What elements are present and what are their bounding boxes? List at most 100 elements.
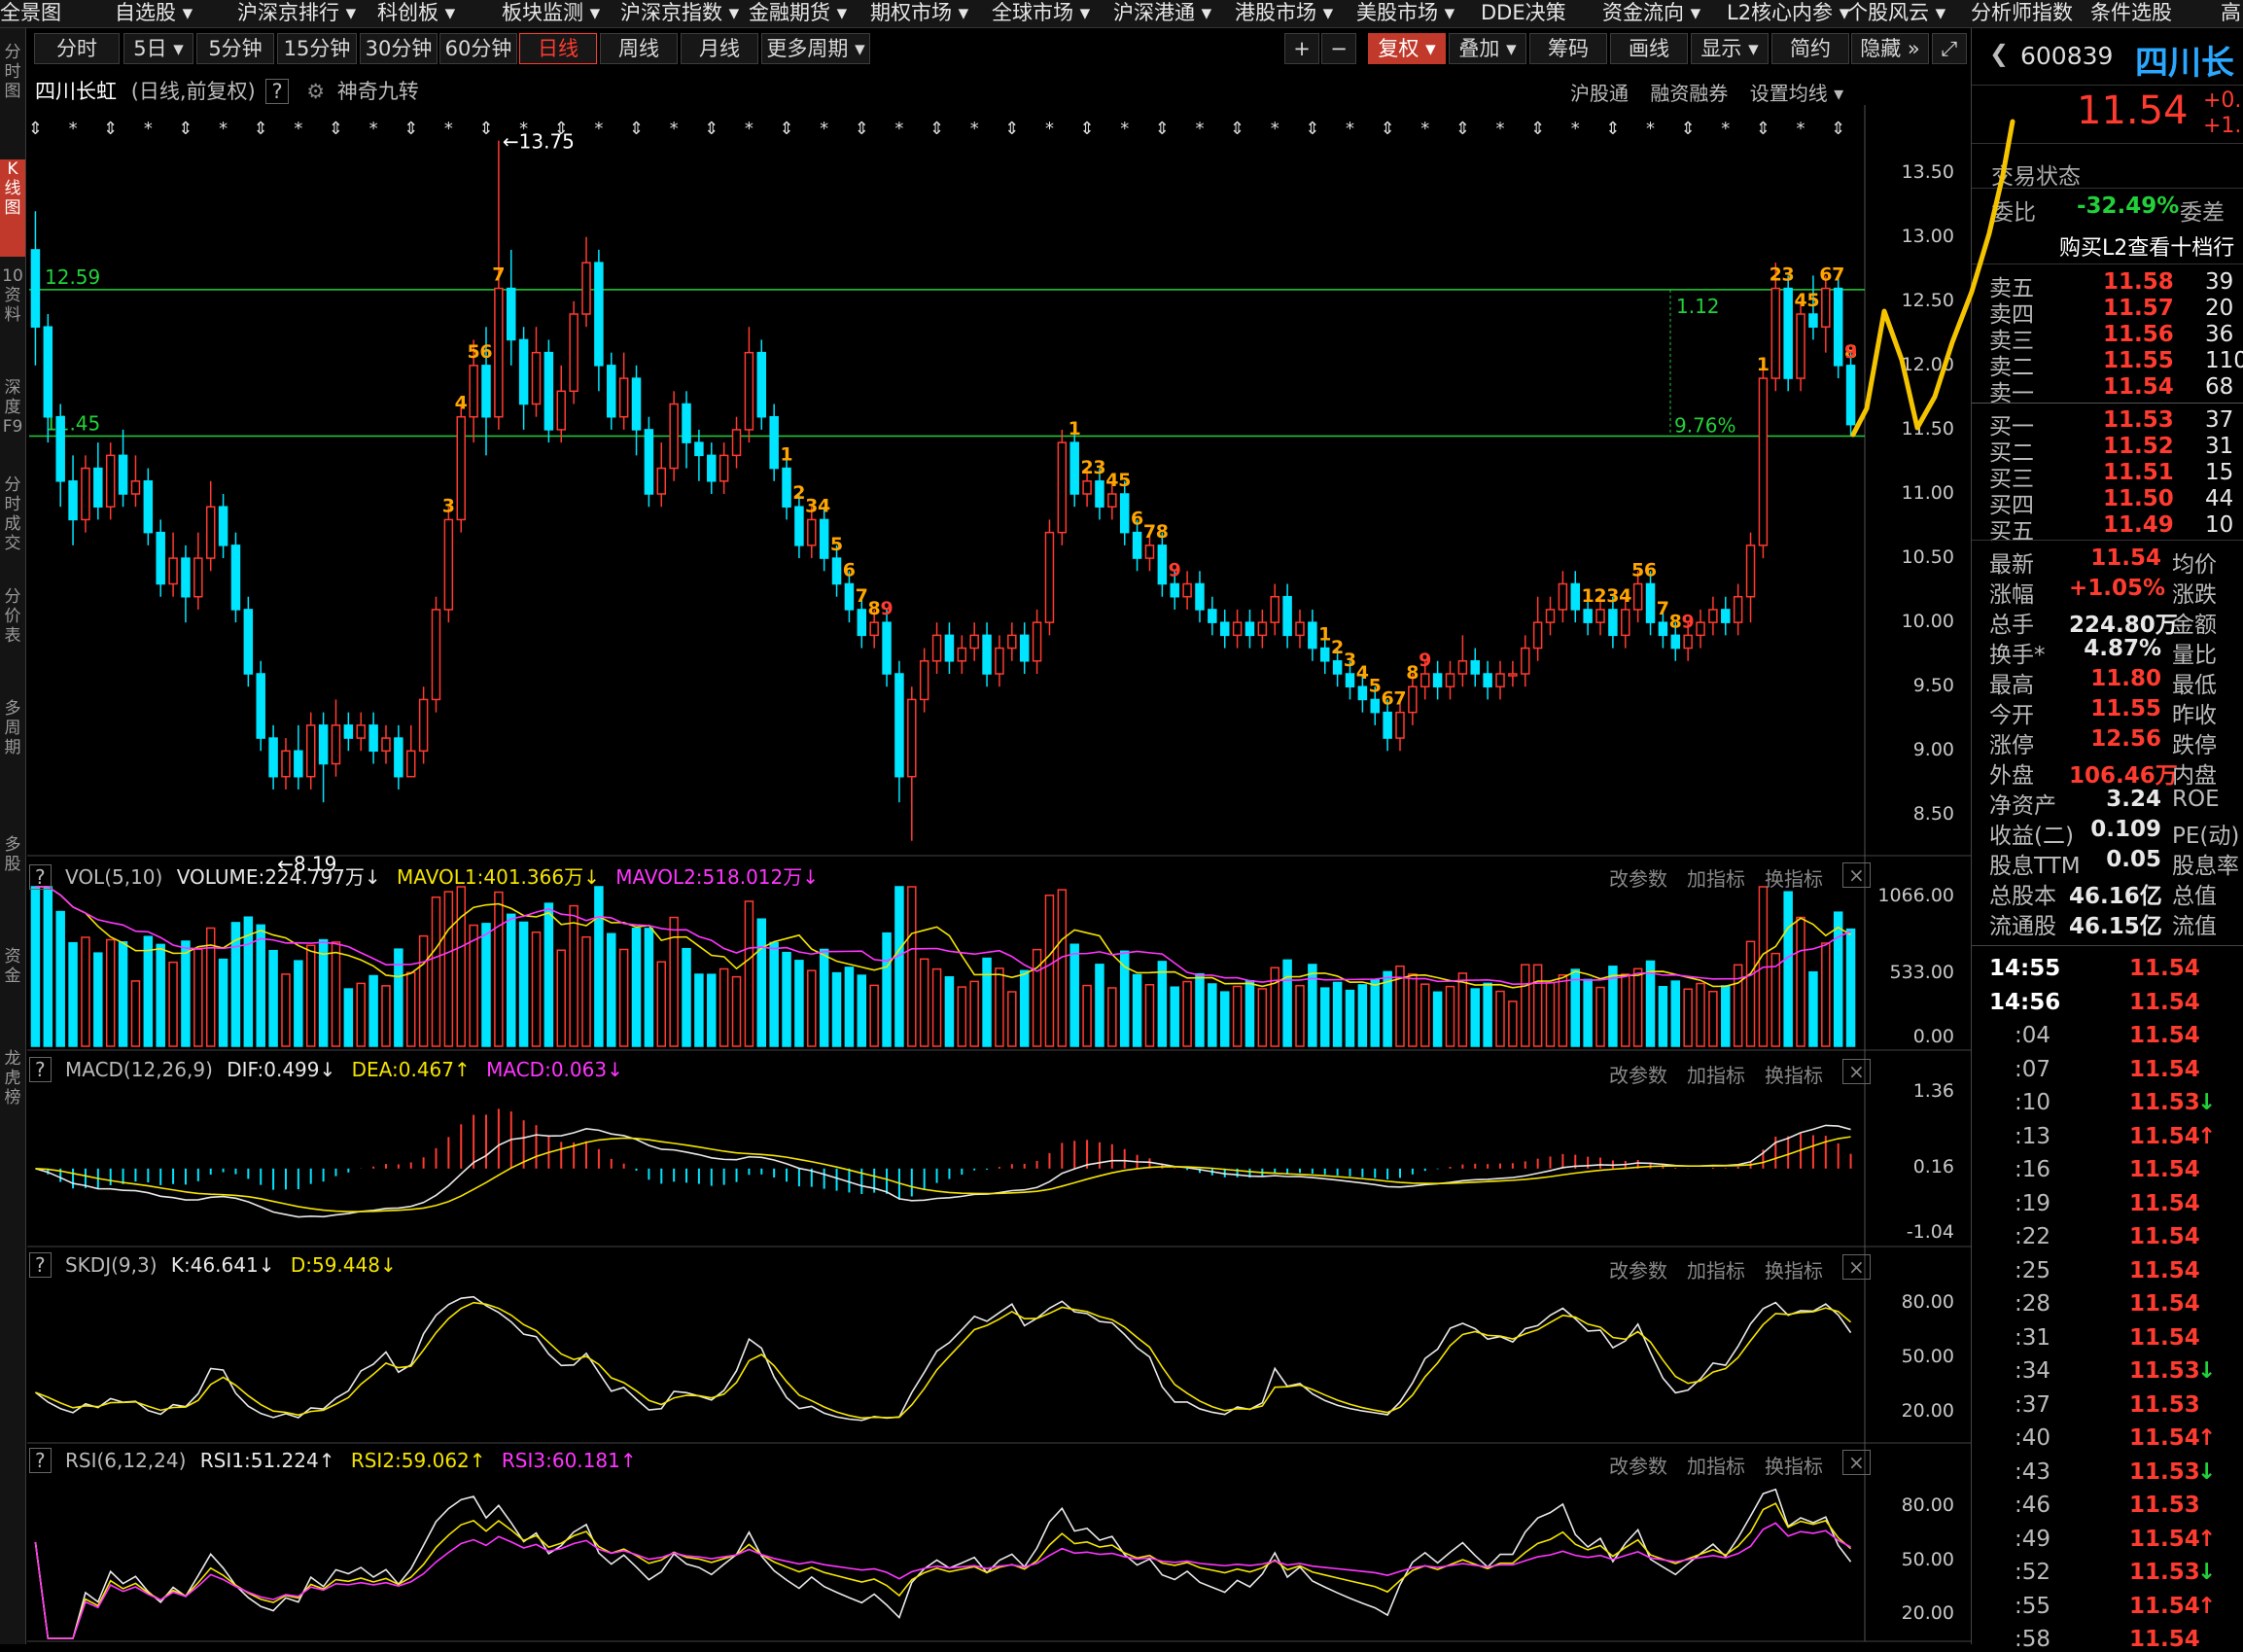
sidebar-item[interactable]: 分时图 xyxy=(0,43,25,121)
td-sequence-number: 6 xyxy=(1644,560,1657,581)
panel-swap-button[interactable]: 换指标 xyxy=(1765,863,1823,892)
panel-swap-button[interactable]: 换指标 xyxy=(1765,1451,1823,1479)
period-tab[interactable]: 更多周期 ▾ xyxy=(761,33,870,64)
star-marker: * xyxy=(144,119,153,139)
link-set-ma[interactable]: 设置均线 ▾ xyxy=(1750,82,1843,105)
td-sequence-number: 4 xyxy=(1794,290,1806,311)
price-axis-label: 9.00 xyxy=(1912,739,1954,761)
candle-body xyxy=(1420,673,1430,687)
ask-volume: 39 xyxy=(2205,269,2234,295)
skdj-help[interactable]: ? xyxy=(29,1252,52,1278)
tick-price: 11.54 xyxy=(2129,1056,2200,1082)
nav-item[interactable]: DDE决策 xyxy=(1481,0,1566,27)
nav-item[interactable]: L2核心内参 ▾ xyxy=(1727,0,1849,27)
panel-add-button[interactable]: 加指标 xyxy=(1687,1451,1745,1479)
indicator-name[interactable]: 神奇九转 xyxy=(337,80,419,103)
nav-item[interactable]: 港股市场 ▾ xyxy=(1235,0,1333,27)
candle-body xyxy=(682,403,691,443)
toolbar-button[interactable]: 简约 xyxy=(1771,33,1849,64)
rsi-help[interactable]: ? xyxy=(29,1448,52,1473)
period-tab[interactable]: 周线 xyxy=(600,33,678,64)
macd-help[interactable]: ? xyxy=(29,1057,52,1082)
toolbar-button[interactable]: + xyxy=(1284,33,1319,64)
period-tab[interactable]: 15分钟 xyxy=(277,33,357,64)
period-tab[interactable]: 60分钟 xyxy=(439,33,517,64)
star-marker: ⇕ xyxy=(1605,119,1620,139)
sidebar-item[interactable]: 龙虎榜 xyxy=(0,1049,25,1137)
nav-item[interactable]: 沪深京排行 ▾ xyxy=(237,0,356,27)
panel-swap-button[interactable]: 换指标 xyxy=(1765,1255,1823,1283)
toolbar-button[interactable]: − xyxy=(1321,33,1356,64)
help-button[interactable]: ? xyxy=(265,79,289,104)
sidebar-item[interactable]: 多周期 xyxy=(0,699,25,777)
toolbar-button[interactable]: ⤢ xyxy=(1932,33,1967,64)
toolbar-button[interactable]: 画线 xyxy=(1610,33,1688,64)
sidebar-item[interactable]: 资金 xyxy=(0,947,25,1015)
sidebar-item[interactable]: 分价表 xyxy=(0,587,25,665)
star-marker: ⇕ xyxy=(329,119,343,139)
toolbar-button[interactable]: 筹码 xyxy=(1529,33,1607,64)
period-tab[interactable]: 5分钟 xyxy=(196,33,274,64)
volume-bar xyxy=(631,928,642,1047)
sidebar-item[interactable]: 分时成交 xyxy=(0,475,25,573)
panel-params-button[interactable]: 改参数 xyxy=(1609,1451,1667,1479)
candle-body xyxy=(1095,480,1104,508)
period-tab[interactable]: 30分钟 xyxy=(360,33,438,64)
nav-item[interactable]: 自选股 ▾ xyxy=(115,0,193,27)
toolbar-button[interactable]: 复权 ▾ xyxy=(1368,33,1446,64)
link-rongzi[interactable]: 融资融券 xyxy=(1650,82,1728,105)
panel-add-button[interactable]: 加指标 xyxy=(1687,1060,1745,1088)
nav-item[interactable]: 期权市场 ▾ xyxy=(870,0,968,27)
sidebar-item[interactable]: 多股 xyxy=(0,835,25,913)
close-icon[interactable]: × xyxy=(1842,1450,1871,1475)
nav-item[interactable]: 沪深港通 ▾ xyxy=(1113,0,1211,27)
panel-params-button[interactable]: 改参数 xyxy=(1609,863,1667,892)
panel-params-button[interactable]: 改参数 xyxy=(1609,1255,1667,1283)
l2-banner[interactable]: 购买L2查看十档行 xyxy=(2059,230,2234,262)
price-axis-label: 10.50 xyxy=(1901,546,1954,569)
panel-add-button[interactable]: 加指标 xyxy=(1687,1255,1745,1283)
chart-mode[interactable]: (日线,前复权) xyxy=(131,80,256,103)
close-icon[interactable]: × xyxy=(1842,1254,1871,1280)
period-tab[interactable]: 5日 ▾ xyxy=(123,33,193,64)
nav-item[interactable]: 资金流向 ▾ xyxy=(1602,0,1700,27)
down-arrow-icon: ↓ xyxy=(258,1253,275,1277)
ask-volume: 36 xyxy=(2205,322,2234,347)
back-arrow-icon[interactable]: ❮ xyxy=(1989,40,2009,67)
sidebar-item[interactable]: K线图 xyxy=(0,159,25,257)
sidebar-item[interactable]: 深度F9 xyxy=(0,378,25,456)
vol-axis-label: 533.00 xyxy=(1889,962,1954,983)
nav-item[interactable]: 金融期货 ▾ xyxy=(749,0,847,27)
vol-help[interactable]: ? xyxy=(29,864,52,890)
nav-item[interactable]: 高 xyxy=(2221,0,2241,27)
candle-body xyxy=(507,287,516,341)
nav-item[interactable]: 板块监测 ▾ xyxy=(502,0,600,27)
nav-item[interactable]: 分析师指数 xyxy=(1971,0,2073,27)
panel-add-button[interactable]: 加指标 xyxy=(1687,863,1745,892)
nav-item[interactable]: 条件选股 xyxy=(2090,0,2172,27)
period-tab[interactable]: 日线 xyxy=(519,33,597,64)
star-marker: * xyxy=(894,119,903,139)
period-tab[interactable]: 分时 xyxy=(34,33,120,64)
candle-body xyxy=(931,634,942,662)
period-tab[interactable]: 月线 xyxy=(681,33,758,64)
weicha-label: 委差 xyxy=(2180,200,2225,226)
link-hugutong[interactable]: 沪股通 xyxy=(1570,82,1629,105)
volume-bar xyxy=(143,935,154,1047)
nav-item[interactable]: 全景图 xyxy=(0,0,61,27)
toolbar-button[interactable]: 隐藏 » xyxy=(1851,33,1929,64)
gear-icon[interactable]: ⚙ xyxy=(306,80,325,103)
volume-bar xyxy=(507,913,516,1047)
nav-item[interactable]: 全球市场 ▾ xyxy=(992,0,1090,27)
nav-item[interactable]: 沪深京指数 ▾ xyxy=(620,0,739,27)
sidebar-item[interactable]: 10资料 xyxy=(0,266,25,344)
panel-swap-button[interactable]: 换指标 xyxy=(1765,1060,1823,1088)
panel-params-button[interactable]: 改参数 xyxy=(1609,1060,1667,1088)
nav-item[interactable]: 科创板 ▾ xyxy=(377,0,455,27)
nav-item[interactable]: 美股市场 ▾ xyxy=(1356,0,1454,27)
rsi-panel-title: ? RSI(6,12,24) RSI1:51.224↑ RSI2:59.062↑… xyxy=(29,1448,637,1473)
tick-price: 11.54 xyxy=(2129,1190,2200,1216)
nav-item[interactable]: 个股风云 ▾ xyxy=(1847,0,1945,27)
toolbar-button[interactable]: 显示 ▾ xyxy=(1691,33,1769,64)
toolbar-button[interactable]: 叠加 ▾ xyxy=(1449,33,1526,64)
